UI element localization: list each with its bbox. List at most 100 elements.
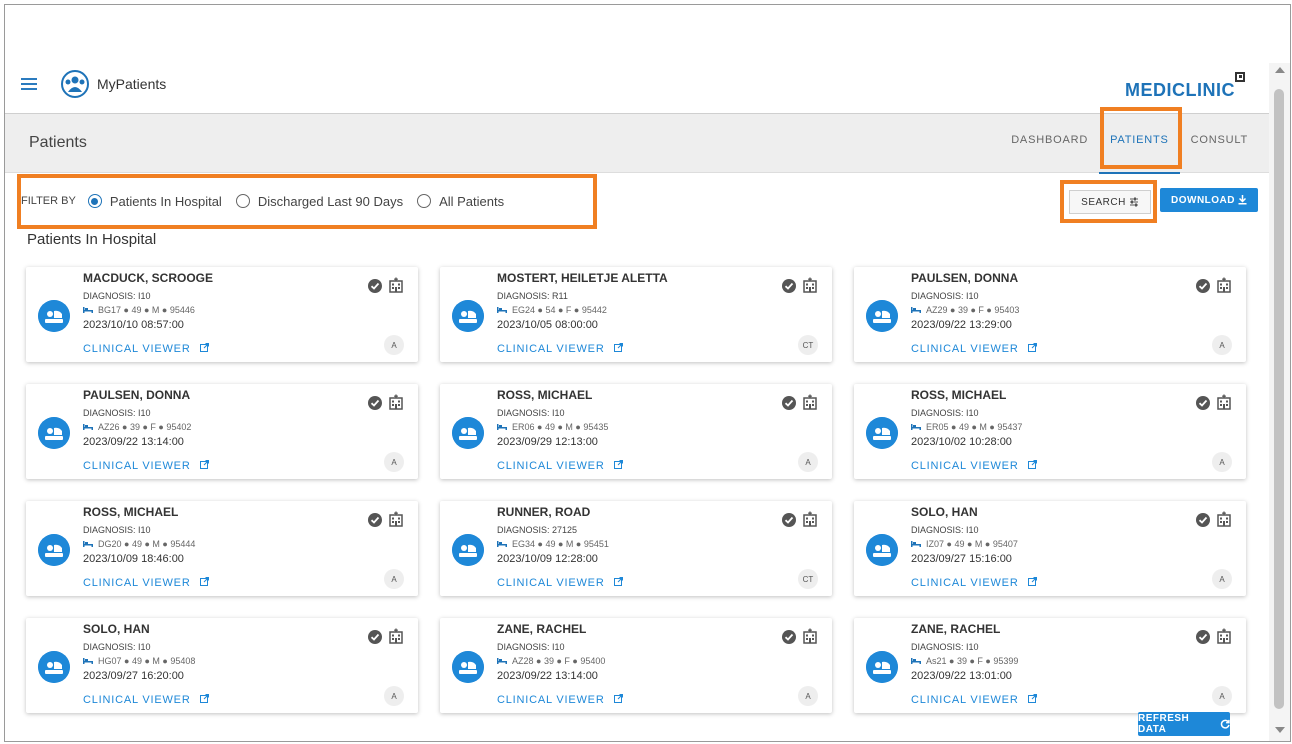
patient-name: ROSS, MICHAEL [497,388,593,402]
clinical-viewer-link[interactable]: CLINICAL VIEWER [911,694,1038,706]
hospital-icon [803,277,817,293]
patient-info: ER06 ● 49 ● M ● 95435 [497,422,608,432]
patient-info-text: AZ28 ● 39 ● F ● 95400 [512,656,606,666]
clinical-viewer-link[interactable]: CLINICAL VIEWER [911,343,1038,355]
hospital-icon [803,628,817,644]
hospital-icon [1217,277,1231,293]
diagnosis: DIAGNOSIS: I10 [911,408,979,418]
external-link-icon [200,577,210,586]
patient-avatar-icon [866,534,898,566]
patient-info-text: HG07 ● 49 ● M ● 95408 [98,656,196,666]
page-title: Patients [29,134,87,151]
clinical-viewer-link[interactable]: CLINICAL VIEWER [497,460,624,472]
scroll-thumb[interactable] [1274,89,1284,709]
patient-name: RUNNER, ROAD [497,505,591,519]
patient-info: IZ07 ● 49 ● M ● 95407 [911,539,1018,549]
radio-dot[interactable] [235,194,250,208]
admission-datetime: 2023/10/09 18:46:00 [83,553,184,565]
admission-datetime: 2023/10/05 08:00:00 [497,319,598,331]
patient-info: ER05 ● 49 ● M ● 95437 [911,422,1022,432]
patient-info: AZ29 ● 39 ● F ● 95403 [911,305,1019,315]
clinical-viewer-link[interactable]: CLINICAL VIEWER [911,577,1038,589]
patient-avatar-icon [452,534,484,566]
patient-info: AZ26 ● 39 ● F ● 95402 [83,422,191,432]
clinical-viewer-link[interactable]: CLINICAL VIEWER [497,694,624,706]
patient-card[interactable]: ROSS, MICHAEL DIAGNOSIS: I10 ER06 ● 49 ●… [440,384,832,479]
app-window: MyPatients MEDICLINIC Patients DASHBOARD… [4,4,1291,742]
patient-card[interactable]: SOLO, HAN DIAGNOSIS: I10 HG07 ● 49 ● M ●… [26,618,418,713]
patient-card[interactable]: SOLO, HAN DIAGNOSIS: I10 IZ07 ● 49 ● M ●… [854,501,1246,596]
clinical-viewer-link[interactable]: CLINICAL VIEWER [83,343,210,355]
refresh-data-button[interactable]: REFRESH DATA [1138,712,1230,736]
status-badge: A [1212,569,1232,589]
diagnosis: DIAGNOSIS: I10 [497,408,565,418]
bed-icon [497,541,507,547]
scroll-up-arrow-icon[interactable] [1275,67,1285,73]
patient-info: HG07 ● 49 ● M ● 95408 [83,656,195,666]
clinical-viewer-link[interactable]: CLINICAL VIEWER [497,577,624,589]
bed-icon [911,658,921,664]
bed-icon [497,658,507,664]
clinical-viewer-link[interactable]: CLINICAL VIEWER [83,577,210,589]
diagnosis: DIAGNOSIS: R11 [497,291,568,301]
radio-discharged-last-90-days[interactable]: Discharged Last 90 Days [235,194,403,209]
patient-avatar-icon [38,300,70,332]
hamburger-menu-icon[interactable] [21,78,37,92]
patient-card[interactable]: ROSS, MICHAEL DIAGNOSIS: I10 ER05 ● 49 ●… [854,384,1246,479]
clinical-viewer-label: CLINICAL VIEWER [911,694,1019,706]
patient-card[interactable]: ROSS, MICHAEL DIAGNOSIS: I10 DG20 ● 49 ●… [26,501,418,596]
radio-patients-in-hospital[interactable]: Patients In Hospital [87,194,222,209]
patient-card[interactable]: ZANE, RACHEL DIAGNOSIS: I10 As21 ● 39 ● … [854,618,1246,713]
check-circle-icon [368,630,382,644]
patient-name: ZANE, RACHEL [911,622,1001,636]
external-link-icon [200,694,210,703]
admission-datetime: 2023/10/02 10:28:00 [911,436,1012,448]
vertical-scrollbar[interactable] [1269,63,1290,741]
mypatients-logo-icon [61,70,89,98]
clinical-viewer-link[interactable]: CLINICAL VIEWER [497,343,624,355]
patient-card[interactable]: PAULSEN, DONNA DIAGNOSIS: I10 AZ29 ● 39 … [854,267,1246,362]
check-circle-icon [782,396,796,410]
clinical-viewer-label: CLINICAL VIEWER [497,577,605,589]
external-link-icon [1028,694,1038,703]
diagnosis: DIAGNOSIS: 27125 [497,525,578,535]
download-button[interactable]: DOWNLOAD [1160,188,1258,212]
diagnosis: DIAGNOSIS: I10 [911,291,979,301]
admission-datetime: 2023/10/10 08:57:00 [83,319,184,331]
admission-datetime: 2023/09/22 13:01:00 [911,670,1012,682]
refresh-icon [1220,719,1230,729]
patient-card[interactable]: MOSTERT, HEILETJE ALETTA DIAGNOSIS: R11 … [440,267,832,362]
clinical-viewer-link[interactable]: CLINICAL VIEWER [911,460,1038,472]
check-circle-icon [782,513,796,527]
search-button[interactable]: SEARCH [1069,190,1151,214]
radio-dot[interactable] [87,194,102,208]
check-circle-icon [368,279,382,293]
clinical-viewer-link[interactable]: CLINICAL VIEWER [83,694,210,706]
clinical-viewer-label: CLINICAL VIEWER [83,343,191,355]
patient-info-text: AZ29 ● 39 ● F ● 95403 [926,305,1020,315]
status-badge: A [384,335,404,355]
patient-card[interactable]: RUNNER, ROAD DIAGNOSIS: 27125 EG34 ● 49 … [440,501,832,596]
radio-all-patients[interactable]: All Patients [417,194,504,209]
status-badge: A [1212,686,1232,706]
scroll-down-arrow-icon[interactable] [1275,727,1285,733]
patient-card[interactable]: PAULSEN, DONNA DIAGNOSIS: I10 AZ26 ● 39 … [26,384,418,479]
diagnosis: DIAGNOSIS: I10 [497,642,565,652]
tab-patients[interactable]: PATIENTS [1099,114,1180,174]
admission-datetime: 2023/09/27 16:20:00 [83,670,184,682]
patient-info: DG20 ● 49 ● M ● 95444 [83,539,195,549]
nav-tabs: DASHBOARD PATIENTS CONSULT [1000,114,1259,174]
tab-dashboard[interactable]: DASHBOARD [1000,114,1099,172]
clinical-viewer-label: CLINICAL VIEWER [497,460,605,472]
external-link-icon [614,577,624,586]
bed-icon [911,541,921,547]
patient-name: PAULSEN, DONNA [911,271,1019,285]
patient-card[interactable]: ZANE, RACHEL DIAGNOSIS: I10 AZ28 ● 39 ● … [440,618,832,713]
clinical-viewer-link[interactable]: CLINICAL VIEWER [83,460,210,472]
patient-card[interactable]: MACDUCK, SCROOGE DIAGNOSIS: I10 BG17 ● 4… [26,267,418,362]
clinical-viewer-label: CLINICAL VIEWER [911,577,1019,589]
brand-mark-icon [1235,72,1245,82]
tab-consult[interactable]: CONSULT [1180,114,1259,172]
radio-dot[interactable] [417,194,432,208]
patient-avatar-icon [452,651,484,683]
